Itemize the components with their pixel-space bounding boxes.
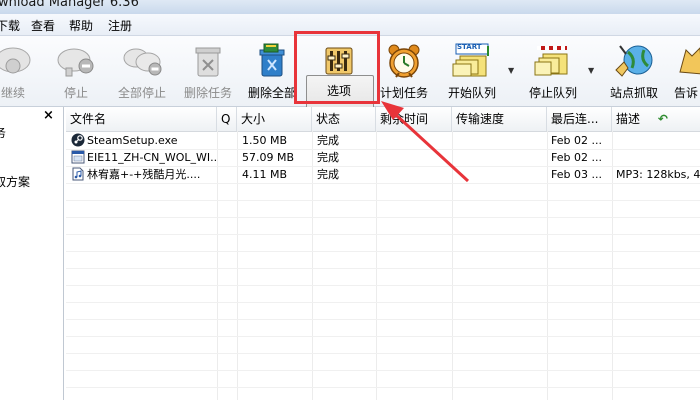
category-item-tasks[interactable]: 务	[0, 124, 6, 141]
row-divider	[66, 251, 700, 252]
menu-download[interactable]: 下载	[0, 17, 20, 34]
start-queue-button[interactable]: START 开始队列	[443, 36, 501, 104]
cell-status: 完成	[317, 168, 339, 181]
options-icon	[325, 47, 353, 75]
category-item-schemes[interactable]: 取方案	[0, 173, 30, 190]
column-header-last-try[interactable]: 最后连...	[547, 107, 612, 131]
cell-filename: EIE11_ZH-CN_WOL_WI...	[87, 151, 217, 164]
category-panel: × 务 取方案	[0, 107, 64, 400]
table-row[interactable]: 林宥嘉+-+残酷月光.... 4.11 MB 完成 Feb 03 ... MP3…	[66, 166, 700, 183]
column-header-size[interactable]: 大小	[237, 107, 312, 131]
tell-friend-label: 告诉	[674, 86, 699, 100]
column-header-time-left[interactable]: 剩余时间	[376, 107, 452, 131]
tell-friend-icon	[679, 47, 700, 75]
cell-size: 4.11 MB	[242, 168, 288, 181]
window-title: wnload Manager 6.36	[0, 0, 139, 10]
cell-description: MP3: 128kbs, 44	[616, 168, 700, 181]
column-header-description-label: 描述	[616, 112, 641, 126]
delete-all-button[interactable]: 删除全部	[244, 36, 300, 104]
column-header-description[interactable]: 描述 ↶	[612, 107, 700, 131]
stop-queue-label: 停止队列	[528, 86, 577, 100]
table-row[interactable]: SteamSetup.exe 1.50 MB 完成 Feb 02 ...	[66, 132, 700, 149]
sort-arrow-icon: ↶	[657, 112, 668, 126]
start-sign-text: START	[457, 43, 482, 51]
list-header: 文件名 Q 大小 状态 剩余时间 传输速度 最后连... 描述 ↶	[66, 107, 700, 132]
cell-status: 完成	[317, 134, 339, 147]
site-grabber-button[interactable]: 站点抓取	[605, 36, 663, 104]
resume-label: 继续	[0, 86, 25, 100]
scheduler-icon	[388, 44, 420, 78]
title-bar: wnload Manager 6.36	[0, 0, 700, 14]
stop-queue-button[interactable]: 停止队列	[524, 36, 582, 104]
stop-icon	[57, 48, 94, 77]
stop-label: 停止	[63, 86, 88, 100]
stop-button[interactable]: 停止	[50, 36, 102, 104]
cell-last-try: Feb 03 ...	[551, 168, 602, 181]
column-header-status[interactable]: 状态	[312, 107, 376, 131]
menu-register[interactable]: 注册	[108, 17, 132, 34]
cell-description	[612, 149, 700, 166]
options-button[interactable]: 选项	[306, 36, 372, 104]
menu-bar: 下载 查看 帮助 注册	[0, 14, 700, 36]
cell-last-try: Feb 02 ...	[551, 134, 602, 147]
stop-queue-dropdown-icon[interactable]: ▼	[588, 66, 594, 75]
site-grabber-icon	[615, 45, 653, 77]
download-list: 文件名 Q 大小 状态 剩余时间 传输速度 最后连... 描述 ↶ SteamS…	[66, 107, 700, 400]
start-queue-dropdown-icon[interactable]: ▼	[508, 66, 514, 75]
stop-all-label: 全部停止	[117, 86, 166, 100]
resume-icon	[0, 47, 31, 74]
delete-task-button[interactable]: 删除任务	[178, 36, 238, 104]
start-queue-label: 开始队列	[447, 86, 496, 100]
row-divider	[66, 370, 700, 371]
cell-last-try: Feb 02 ...	[551, 151, 602, 164]
cell-description	[612, 132, 700, 149]
scheduler-label: 计划任务	[379, 86, 428, 100]
column-header-filename[interactable]: 文件名	[66, 107, 217, 131]
row-divider	[66, 387, 700, 388]
toolbar: 继续 停止 全部停止 删除任务 删除全部 选项 计划任务 START 开始队列 …	[0, 36, 700, 137]
stop-queue-icon	[534, 46, 568, 76]
row-divider	[66, 285, 700, 286]
options-label: 选项	[326, 84, 351, 98]
delete-task-icon	[195, 47, 221, 77]
column-header-queue[interactable]: Q	[217, 107, 237, 131]
delete-all-label: 删除全部	[247, 86, 296, 100]
row-divider	[66, 319, 700, 320]
site-grabber-label: 站点抓取	[609, 86, 658, 100]
row-divider	[66, 336, 700, 337]
menu-help[interactable]: 帮助	[69, 17, 93, 34]
cell-filename: SteamSetup.exe	[87, 134, 178, 147]
row-divider	[66, 268, 700, 269]
resume-button[interactable]: 继续	[0, 36, 38, 104]
stop-all-icon	[123, 48, 162, 76]
row-divider	[66, 200, 700, 201]
cell-filename: 林宥嘉+-+残酷月光....	[87, 168, 201, 181]
row-divider	[66, 183, 700, 184]
menu-view[interactable]: 查看	[31, 17, 55, 34]
cell-status: 完成	[317, 151, 339, 164]
cell-size: 57.09 MB	[242, 151, 295, 164]
row-divider	[66, 234, 700, 235]
delete-task-label: 删除任务	[183, 86, 232, 100]
row-divider	[66, 353, 700, 354]
delete-all-icon	[259, 43, 285, 77]
column-header-speed[interactable]: 传输速度	[452, 107, 547, 131]
cell-size: 1.50 MB	[242, 134, 288, 147]
row-divider	[66, 302, 700, 303]
row-divider	[66, 217, 700, 218]
table-row[interactable]: EIE11_ZH-CN_WOL_WI... 57.09 MB 完成 Feb 02…	[66, 149, 700, 166]
close-panel-icon[interactable]: ×	[43, 108, 54, 123]
stop-all-button[interactable]: 全部停止	[113, 36, 171, 104]
tell-friend-button[interactable]: 告诉	[670, 36, 700, 104]
scheduler-button[interactable]: 计划任务	[378, 36, 430, 104]
